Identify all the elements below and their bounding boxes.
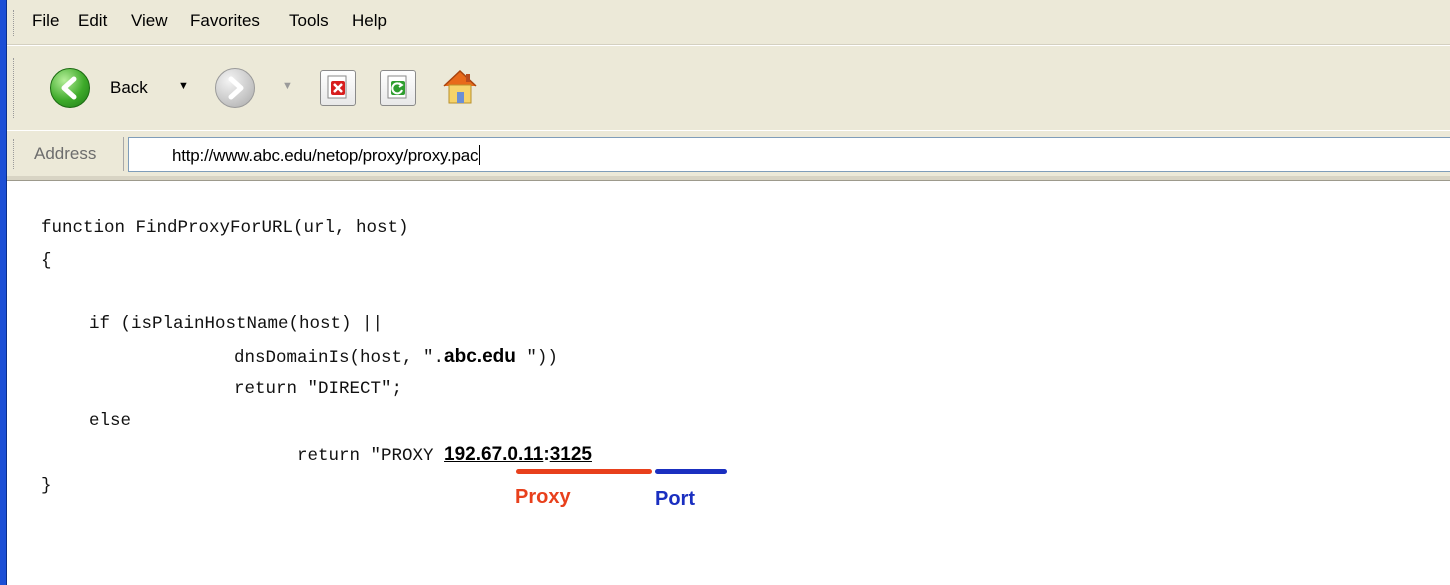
menu-help[interactable]: Help [352,11,387,31]
port-annotation: Port [655,488,695,510]
menu-bar-grip[interactable] [13,10,17,36]
menu-view[interactable]: View [131,11,168,31]
code-line-if: if (isPlainHostName(host) || [89,314,384,334]
highlight-domain: abc.edu [444,346,516,367]
refresh-button[interactable] [380,70,416,106]
menu-favorites[interactable]: Favorites [190,11,260,31]
toolbar-grip[interactable] [13,58,17,118]
forward-dropdown-icon[interactable]: ▼ [282,80,293,92]
highlight-proxy-ip: 192.67.0.11 [444,444,544,465]
back-dropdown-icon[interactable]: ▼ [178,80,189,92]
highlight-port: 3125 [549,444,592,465]
back-arrow-icon [50,68,90,108]
back-label: Back [110,78,148,97]
code-line-else: else [89,411,132,431]
address-url-text[interactable]: http://www.abc.edu/netop/proxy/proxy.pac [172,145,481,166]
standard-toolbar: Back ▼ ▼ [7,45,1450,131]
code-line-open-brace: { [41,251,52,271]
menu-edit[interactable]: Edit [78,11,107,31]
refresh-icon [387,75,407,99]
forward-arrow-icon [215,68,255,108]
page-content: function FindProxyForURL(url, host) { if… [7,181,1450,585]
code-line-dnsdomainis: dnsDomainIs(host, ".abc.edu ")) [234,346,558,368]
code-line-close-brace: } [41,476,52,496]
proxy-annotation: Proxy [515,486,571,508]
proxy-underline [516,469,652,474]
port-underline [655,469,727,474]
home-button[interactable] [439,66,481,108]
address-bar-grip[interactable] [13,139,17,169]
browser-chrome: File Edit View Favorites Tools Help Back… [7,0,1450,176]
stop-button[interactable] [320,70,356,106]
forward-button[interactable]: ▼ [215,66,295,108]
home-icon [443,69,477,104]
address-bar: Address http://www.abc.edu/netop/proxy/p… [7,130,1450,176]
address-separator [123,137,124,171]
code-line-return-direct: return "DIRECT"; [234,379,403,399]
text-caret [479,145,481,165]
address-label: Address [34,144,97,163]
menu-tools[interactable]: Tools [289,11,329,31]
window-left-border [0,0,7,585]
back-button[interactable]: Back ▼ [45,66,195,108]
menu-file[interactable]: File [32,11,59,31]
code-line-return-proxy: return "PROXY 192.67.0.11:3125 [297,444,592,466]
code-line-function: function FindProxyForURL(url, host) [41,218,409,238]
stop-icon [327,75,347,99]
address-input[interactable]: http://www.abc.edu/netop/proxy/proxy.pac [128,137,1450,172]
menu-bar: File Edit View Favorites Tools Help [7,0,1450,45]
